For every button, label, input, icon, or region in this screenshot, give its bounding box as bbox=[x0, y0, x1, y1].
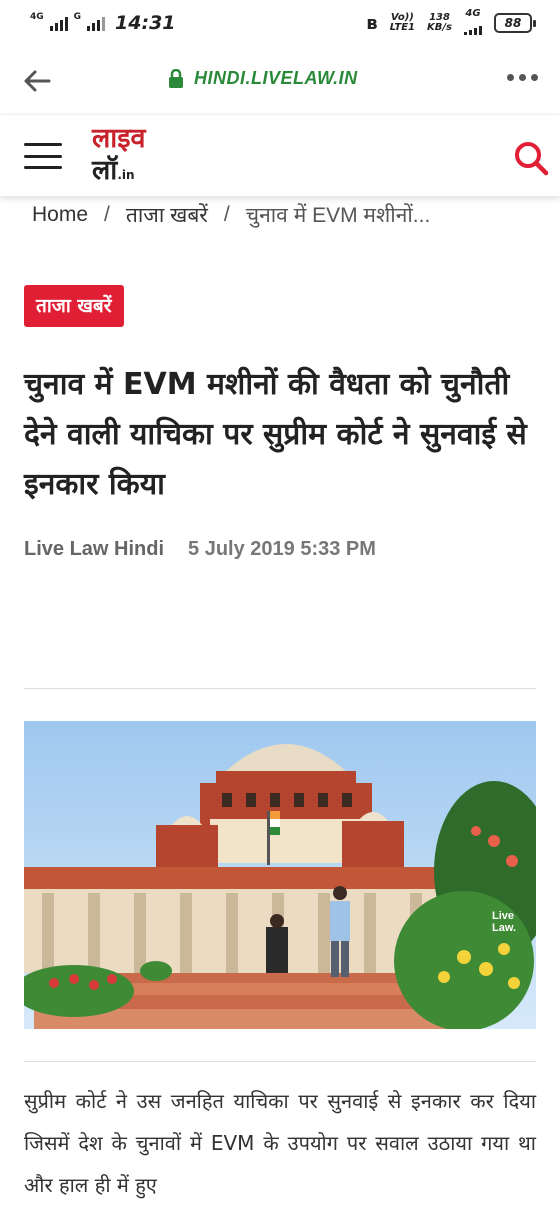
back-button[interactable] bbox=[22, 66, 52, 96]
battery-icon: 88 bbox=[494, 13, 536, 33]
lock-icon bbox=[169, 68, 183, 88]
status-left: 4G G 14:31 bbox=[30, 12, 176, 34]
network-type-1: 4G bbox=[30, 12, 44, 22]
supreme-court-illustration: Live Law. bbox=[24, 721, 536, 1029]
address-bar[interactable]: HINDI.LIVELAW.IN bbox=[168, 68, 358, 89]
url-text: HINDI.LIVELAW.IN bbox=[194, 68, 358, 88]
breadcrumb-category[interactable]: ताजा खबरें bbox=[126, 201, 208, 229]
site-header: लाइव लॉ.in bbox=[0, 114, 560, 196]
signal-icon-2 bbox=[87, 15, 106, 31]
network-type-3-label: 4G bbox=[465, 7, 481, 19]
article-title: चुनाव में EVM मशीनों की वैधता को चुनौती … bbox=[24, 367, 527, 502]
logo-text: लॉ bbox=[92, 155, 118, 186]
battery-level: 88 bbox=[504, 16, 522, 30]
breadcrumb-home[interactable]: Home bbox=[32, 203, 88, 227]
breadcrumb-separator: / bbox=[104, 203, 110, 226]
breadcrumb-current: चुनाव में EVM मशीनों... bbox=[245, 204, 431, 227]
image-watermark: Live bbox=[492, 910, 514, 922]
volte-indicator: Vo)) LTE1 bbox=[390, 13, 415, 33]
article-author[interactable]: Live Law Hindi bbox=[24, 538, 164, 561]
network-type-3: 4G bbox=[464, 7, 482, 38]
article-meta: Live Law Hindi 5 July 2019 5:33 PM bbox=[24, 538, 376, 561]
logo-line-1: लाइव bbox=[92, 123, 146, 154]
logo-suffix: .in bbox=[117, 168, 135, 182]
breadcrumb: Home / ताजा खबरें / चुनाव में EVM मशीनों… bbox=[32, 200, 430, 230]
network-speed: 138 KB/s bbox=[427, 13, 452, 33]
site-logo[interactable]: लाइव लॉ.in bbox=[92, 123, 146, 191]
article-date: 5 July 2019 5:33 PM bbox=[188, 538, 376, 560]
bluetooth-icon: ʙ bbox=[366, 12, 378, 34]
status-right: ʙ Vo)) LTE1 138 KB/s 4G 88 bbox=[366, 7, 536, 38]
article-image[interactable]: Live Law. bbox=[24, 721, 536, 1029]
network-type-2: G bbox=[73, 12, 82, 22]
breadcrumb-separator: / bbox=[223, 203, 230, 226]
browser-toolbar: HINDI.LIVELAW.IN bbox=[0, 46, 560, 114]
arrow-left-icon bbox=[24, 70, 51, 92]
more-dots-icon[interactable] bbox=[507, 74, 538, 81]
logo-line-2: लॉ.in bbox=[92, 155, 146, 191]
search-icon bbox=[515, 142, 549, 176]
divider bbox=[24, 688, 536, 689]
signal-icon-3 bbox=[464, 19, 482, 35]
speed-unit: KB/s bbox=[427, 22, 452, 33]
divider bbox=[24, 1061, 536, 1062]
hamburger-icon[interactable] bbox=[24, 143, 62, 169]
lte-label: LTE1 bbox=[389, 22, 416, 33]
search-button[interactable] bbox=[510, 137, 552, 179]
signal-icon bbox=[49, 15, 68, 31]
image-watermark-2: Law. bbox=[492, 922, 516, 934]
category-badge[interactable]: ताजा खबरें bbox=[24, 285, 124, 327]
article-body: सुप्रीम कोर्ट ने उस जनहित याचिका पर सुनव… bbox=[24, 1089, 536, 1197]
status-bar: 4G G 14:31 ʙ Vo)) LTE1 138 KB/s 4G 88 bbox=[0, 0, 560, 46]
clock: 14:31 bbox=[115, 12, 176, 34]
